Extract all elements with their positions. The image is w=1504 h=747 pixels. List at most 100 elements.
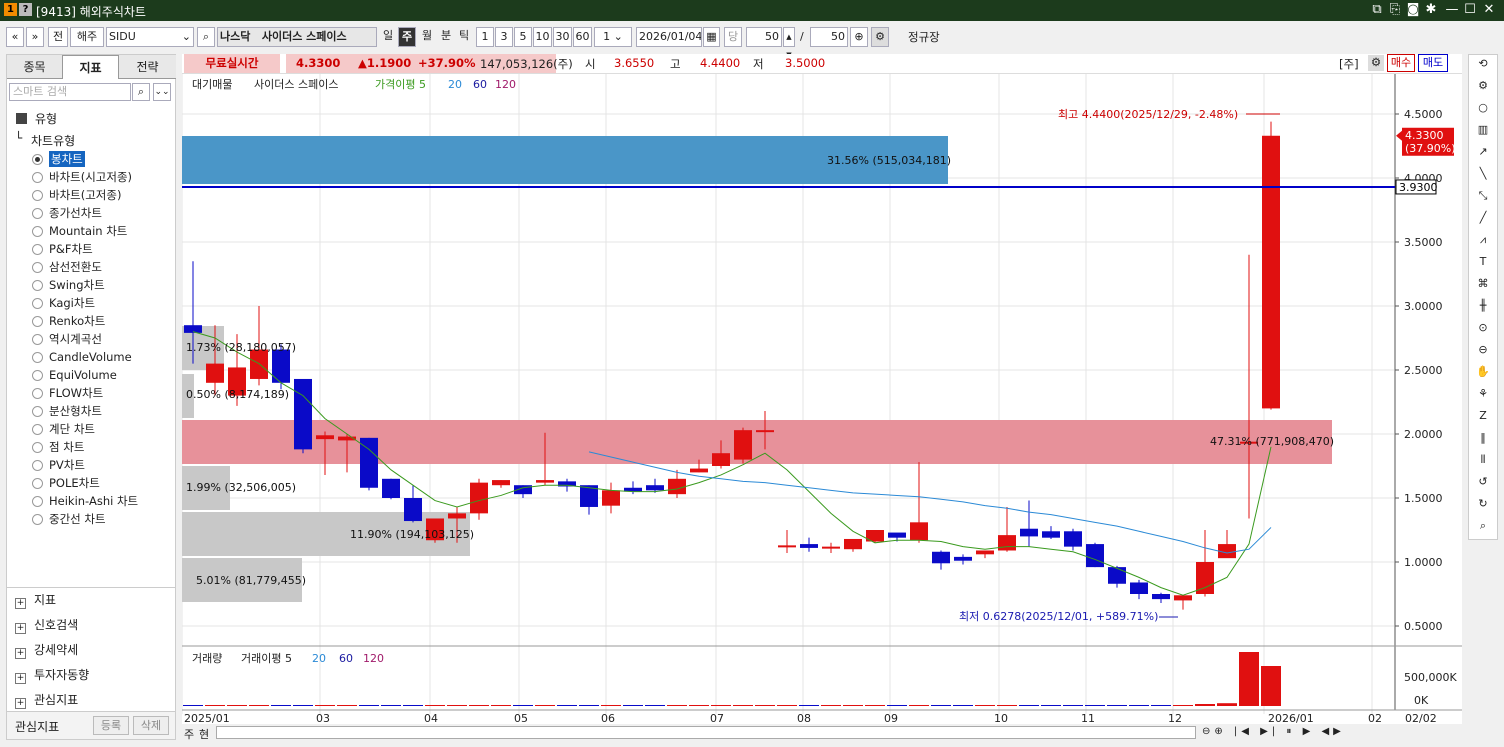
zoom-controls[interactable]: ⊖⊕ |◀ ▶| ⏸ ▶ ◀▶ [1202, 726, 1345, 737]
minute-10[interactable]: 10 [533, 27, 552, 47]
period-month[interactable]: 월 [418, 27, 436, 47]
chart-type-option[interactable]: 바차트(시고저종) [49, 169, 132, 185]
search-icon[interactable]: ⌕ [1469, 519, 1497, 533]
link-icon[interactable]: ⧉ [1368, 1, 1386, 19]
radio-chart-type[interactable] [32, 406, 43, 417]
search-icon[interactable]: ⌕ [132, 83, 150, 101]
unit-label[interactable]: [주] [1339, 56, 1359, 72]
section-item[interactable]: + 지표 [15, 591, 56, 609]
diagonal-icon[interactable]: ╱ [1469, 211, 1497, 224]
text-icon[interactable]: T [1469, 255, 1497, 268]
jeon-button[interactable]: 전 [48, 27, 68, 47]
minute-60[interactable]: 60 [573, 27, 592, 47]
radio-chart-type[interactable] [32, 226, 43, 237]
gear-icon[interactable]: ⚙ [1469, 79, 1497, 92]
chart-type-option[interactable]: PV차트 [49, 457, 85, 473]
radio-chart-type[interactable] [32, 298, 43, 309]
tab-strategy[interactable]: 전략 [119, 55, 176, 79]
chart-type-option[interactable]: Heikin-Ashi 차트 [49, 493, 138, 509]
register-button[interactable]: 등록 [93, 716, 129, 735]
section-item[interactable]: + 강세약세 [15, 641, 78, 659]
chart-type-option[interactable]: 역시계곡선 [49, 331, 102, 347]
expand-plus-icon[interactable]: + [15, 623, 26, 634]
buy-button[interactable]: 매수 [1387, 54, 1415, 72]
nav-prev-button[interactable]: « [6, 27, 24, 47]
scrollbar[interactable] [216, 726, 1196, 739]
auto-icon[interactable]: ⩘ [1469, 233, 1497, 247]
minimize-button[interactable]: — [1443, 1, 1461, 19]
smart-search-input[interactable]: 스마트 검색 [9, 83, 131, 101]
section-item[interactable]: + 관심지표 [15, 691, 78, 709]
radio-chart-type[interactable] [32, 208, 43, 219]
candlestick-chart[interactable]: 4.50004.00003.50003.00002.50002.00001.50… [182, 74, 1462, 724]
status-left1[interactable]: 주 [184, 726, 194, 742]
maximize-button[interactable]: ☐ [1461, 1, 1479, 19]
measure-icon[interactable]: ⚘ [1469, 387, 1497, 400]
tab-indicators[interactable]: 지표 [62, 55, 119, 79]
chart-type-option[interactable]: POLE차트 [49, 475, 100, 491]
gear-icon[interactable]: ⚙ [871, 27, 889, 47]
chart-type-option[interactable]: FLOW차트 [49, 385, 103, 401]
chart-type-option[interactable]: 바차트(고저종) [49, 187, 121, 203]
z-icon[interactable]: Z [1469, 409, 1497, 422]
hand-icon[interactable]: ✋ [1469, 365, 1497, 378]
chart-type-option[interactable]: Mountain 차트 [49, 223, 127, 239]
radio-chart-type[interactable] [32, 442, 43, 453]
expand-plus-icon[interactable]: + [15, 698, 26, 709]
chart-type-option[interactable]: EquiVolume [49, 367, 117, 383]
period-minute[interactable]: 분 [437, 27, 455, 47]
radio-chart-type[interactable] [32, 388, 43, 399]
bars-icon[interactable]: ‖ [1469, 431, 1497, 444]
nav-dropdown-button[interactable]: » [26, 27, 44, 47]
tab-stocks[interactable]: 종목 [7, 55, 62, 79]
calendar-icon[interactable]: ▦ [703, 27, 720, 47]
radio-chart-type[interactable] [32, 370, 43, 381]
radio-chart-type[interactable] [32, 280, 43, 291]
circle-icon[interactable]: ○ [1469, 101, 1497, 114]
minute-1[interactable]: 1 [476, 27, 494, 47]
status-left2[interactable]: 현 [199, 726, 209, 742]
gear-icon[interactable]: ⚙ [1368, 55, 1384, 71]
chart-type-option[interactable]: 삼선전환도 [49, 259, 102, 275]
radio-chart-type[interactable] [32, 334, 43, 345]
sell-button[interactable]: 매도 [1418, 54, 1448, 72]
period-tick[interactable]: 틱 [455, 27, 473, 47]
undo-icon[interactable]: ↺ [1469, 475, 1497, 488]
chart-type-option[interactable]: Swing차트 [49, 277, 105, 293]
radio-chart-type[interactable] [32, 478, 43, 489]
settings-icon[interactable]: ✱ [1422, 1, 1440, 19]
minute-30[interactable]: 30 [553, 27, 572, 47]
count-stepper[interactable]: ▲▼ [783, 27, 795, 59]
expand-plus-icon[interactable]: + [15, 673, 26, 684]
help-icon[interactable]: ? [19, 3, 32, 16]
tree-root-label[interactable]: 유형 [35, 110, 57, 127]
radio-chart-type[interactable] [32, 316, 43, 327]
line-icon[interactable]: ╲ [1469, 167, 1497, 180]
camera-icon[interactable]: ◙ [1404, 1, 1422, 19]
period-day[interactable]: 일 [379, 27, 397, 47]
radio-chart-type[interactable] [32, 352, 43, 363]
chart-type-option[interactable]: CandleVolume [49, 349, 132, 365]
radio-chart-type[interactable] [32, 514, 43, 525]
chart-type-option[interactable]: Kagi차트 [49, 295, 95, 311]
section-item[interactable]: + 투자자동향 [15, 666, 89, 684]
chart-type-option[interactable]: 계단 차트 [49, 421, 95, 437]
chart-type-option[interactable]: P&F차트 [49, 241, 93, 257]
radio-chart-type[interactable] [32, 154, 43, 165]
chart-type-option[interactable]: 점 차트 [49, 439, 84, 455]
chart-type-option[interactable]: 분산형차트 [49, 403, 102, 419]
count-input[interactable]: 50 [746, 27, 782, 47]
radio-chart-type[interactable] [32, 262, 43, 273]
radio-chart-type[interactable] [32, 172, 43, 183]
chart-type-option[interactable]: 봉차트 [49, 151, 85, 167]
redo-icon[interactable]: ↻ [1469, 497, 1497, 510]
zoom-icon[interactable]: ⊙ [1469, 321, 1497, 334]
chart-type-option[interactable]: 종가선차트 [49, 205, 102, 221]
search-icon[interactable]: ⌕ [197, 27, 215, 47]
radio-chart-type[interactable] [32, 424, 43, 435]
radio-chart-type[interactable] [32, 496, 43, 507]
copy-icon[interactable]: ⎘ [1386, 1, 1404, 19]
symbol-input[interactable]: SIDU ⌄ [106, 27, 194, 47]
tree-child-label[interactable]: 차트유형 [31, 132, 75, 149]
minute-5[interactable]: 5 [514, 27, 532, 47]
